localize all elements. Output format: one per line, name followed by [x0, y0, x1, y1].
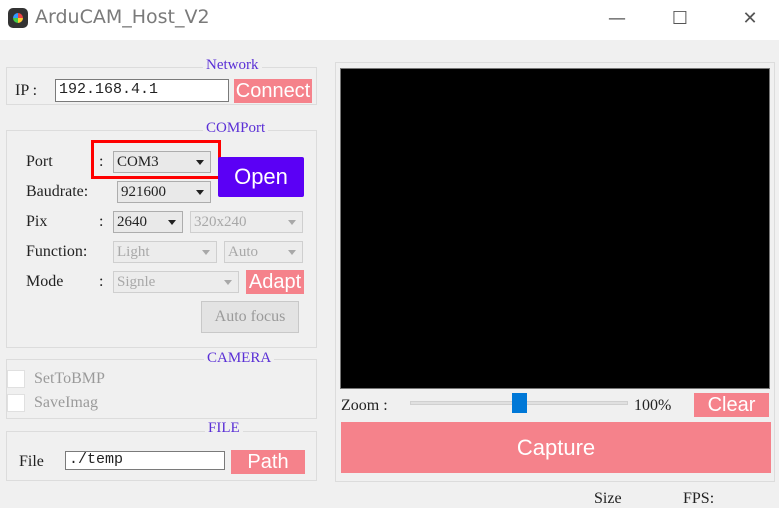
pix-select[interactable]: 2640 [113, 211, 183, 233]
chevron-down-icon [288, 250, 296, 255]
adapt-button[interactable]: Adapt [246, 270, 304, 294]
auto-focus-button[interactable]: Auto focus [201, 301, 299, 333]
ip-input[interactable]: 192.168.4.1 [55, 79, 229, 102]
path-button[interactable]: Path [231, 450, 305, 474]
chevron-down-icon [168, 220, 176, 225]
resolution-select[interactable]: 320x240 [190, 211, 303, 233]
close-icon[interactable]: ✕ [738, 8, 762, 32]
function-select-value: Light [117, 244, 150, 260]
size-status-label: Size [594, 490, 622, 507]
function-mode-select[interactable]: Auto [224, 241, 303, 263]
port-select-value: COM3 [117, 154, 159, 170]
resolution-select-value: 320x240 [194, 214, 247, 230]
function-mode-select-value: Auto [228, 244, 258, 260]
fps-status-label: FPS: [683, 490, 715, 507]
port-colon: : [99, 153, 104, 170]
camera-preview [340, 68, 770, 389]
mode-label: Mode [26, 273, 64, 290]
mode-select-value: Signle [117, 274, 156, 290]
clear-button[interactable]: Clear [694, 393, 769, 417]
baudrate-label: Baudrate: [26, 183, 89, 200]
chevron-down-icon [196, 190, 204, 195]
zoom-slider-thumb[interactable] [511, 393, 527, 413]
comport-group-title: COMPort [203, 120, 269, 137]
file-group-title: FILE [205, 420, 243, 437]
minimize-icon[interactable]: — [605, 8, 629, 32]
chevron-down-icon [202, 250, 210, 255]
pix-colon: : [99, 213, 104, 230]
baudrate-select[interactable]: 921600 [117, 181, 211, 203]
connect-button[interactable]: Connect [234, 79, 312, 103]
baudrate-select-value: 921600 [121, 184, 166, 200]
window-title: ArduCAM_Host_V2 [35, 6, 210, 28]
mode-colon: : [99, 273, 104, 290]
set-to-bmp-checkbox[interactable] [7, 370, 25, 388]
pix-select-value: 2640 [117, 214, 147, 230]
maximize-icon[interactable]: ☐ [668, 8, 692, 32]
open-button[interactable]: Open [218, 157, 304, 197]
zoom-value: 100% [634, 397, 672, 414]
ip-label: IP : [15, 82, 38, 99]
zoom-label: Zoom : [341, 397, 388, 414]
chevron-down-icon [224, 280, 232, 285]
set-to-bmp-label: SetToBMP [34, 370, 105, 387]
mode-select[interactable]: Signle [113, 271, 239, 293]
pix-label: Pix [26, 213, 48, 230]
port-select[interactable]: COM3 [113, 151, 211, 173]
file-path-input[interactable]: ./temp [65, 451, 225, 470]
function-label: Function: [26, 243, 88, 260]
save-imag-checkbox[interactable] [7, 394, 25, 412]
app-icon [8, 8, 28, 28]
camera-group-title: CAMERA [204, 350, 275, 367]
save-imag-label: SaveImag [34, 394, 98, 411]
chevron-down-icon [288, 220, 296, 225]
port-label: Port [26, 153, 53, 170]
file-label: File [19, 453, 44, 470]
chevron-down-icon [196, 160, 204, 165]
capture-button[interactable]: Capture [341, 422, 771, 473]
network-group-title: Network [203, 57, 262, 74]
function-select[interactable]: Light [113, 241, 217, 263]
